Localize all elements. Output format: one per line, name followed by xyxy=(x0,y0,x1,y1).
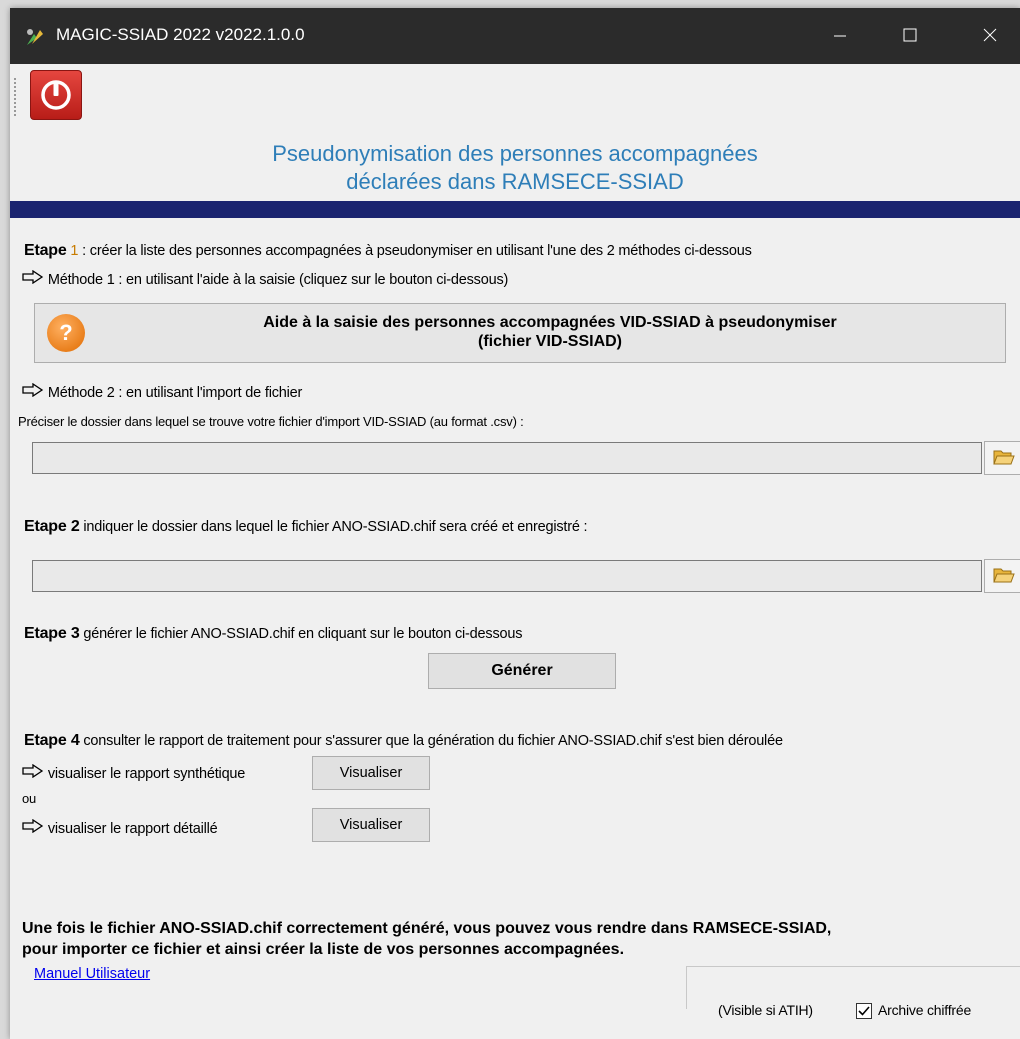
step3-text: générer le fichier ANO-SSIAD.chif en cli… xyxy=(79,626,523,642)
visible-note: (Visible si ATIH) xyxy=(718,1002,813,1018)
maximize-icon[interactable] xyxy=(880,8,940,64)
minimize-icon[interactable] xyxy=(810,8,870,64)
input-help-label-line1: Aide à la saisie des personnes accompagn… xyxy=(263,314,837,331)
arrow-right-icon xyxy=(22,270,44,284)
power-icon[interactable] xyxy=(30,70,82,120)
app-icon xyxy=(27,29,43,45)
view-detailed-report-button[interactable]: Visualiser xyxy=(312,808,430,842)
method1-line: Méthode 1 : en utilisant l'aide à la sai… xyxy=(22,270,508,288)
final-note-line2: pour importer ce fichier et ainsi créer … xyxy=(22,941,625,958)
help-icon: ? xyxy=(47,314,85,352)
user-manual-link[interactable]: Manuel Utilisateur xyxy=(34,966,150,982)
or-text: ou xyxy=(22,791,37,806)
output-browse-button[interactable] xyxy=(984,559,1020,593)
page-title-line2: déclarées dans RAMSECE-SSIAD xyxy=(346,169,684,194)
page-title-line1: Pseudonymisation des personnes accompagn… xyxy=(272,141,758,166)
view-summary-report-button[interactable]: Visualiser xyxy=(312,756,430,790)
title-bar[interactable]: MAGIC-SSIAD 2022 v2022.1.0.0 xyxy=(10,8,1020,64)
archive-label[interactable]: Archive chiffrée xyxy=(878,1002,971,1018)
close-icon[interactable] xyxy=(960,8,1020,64)
step3-label: Etape 3 xyxy=(24,625,80,642)
step2-text: indiquer le dossier dans lequel le fichi… xyxy=(79,519,588,535)
method2-text: Méthode 2 : en utilisant l'import de fic… xyxy=(47,385,303,401)
generate-button[interactable]: Générer xyxy=(428,653,616,689)
step3-line: Etape 3 générer le fichier ANO-SSIAD.chi… xyxy=(24,625,522,643)
checkmark-icon xyxy=(858,1006,870,1016)
step1-text: : créer la liste des personnes accompagn… xyxy=(78,243,752,259)
folder-open-icon xyxy=(993,450,1015,465)
step2-line: Etape 2 indiquer le dossier dans lequel … xyxy=(24,518,588,536)
step1-label: Etape xyxy=(24,242,67,259)
final-note-line1: Une fois le fichier ANO-SSIAD.chif corre… xyxy=(22,920,832,937)
step4-label: Etape 4 xyxy=(24,732,80,749)
step1-line: Etape 1 : créer la liste des personnes a… xyxy=(24,242,752,260)
final-note: Une fois le fichier ANO-SSIAD.chif corre… xyxy=(22,918,831,960)
window-title: MAGIC-SSIAD 2022 v2022.1.0.0 xyxy=(56,25,305,44)
input-help-label-line2: (fichier VID-SSIAD) xyxy=(477,333,622,350)
step4-text: consulter le rapport de traitement pour … xyxy=(79,733,783,749)
folder-open-icon xyxy=(993,568,1015,583)
import-browse-button[interactable] xyxy=(984,441,1020,475)
import-folder-prompt: Préciser le dossier dans lequel se trouv… xyxy=(18,414,524,429)
page-title: Pseudonymisation des personnes accompagn… xyxy=(10,140,1020,196)
detailed-report-line: visualiser le rapport détaillé xyxy=(22,819,218,837)
method1-text: Méthode 1 : en utilisant l'aide à la sai… xyxy=(47,272,509,288)
arrow-right-icon xyxy=(22,819,44,833)
method2-line: Méthode 2 : en utilisant l'import de fic… xyxy=(22,383,302,401)
summary-report-line: visualiser le rapport synthétique xyxy=(22,764,245,782)
input-help-label: Aide à la saisie des personnes accompagn… xyxy=(95,313,1005,351)
arrow-right-icon xyxy=(22,764,44,778)
input-help-button[interactable]: ? Aide à la saisie des personnes accompa… xyxy=(34,303,1006,363)
step2-label: Etape 2 xyxy=(24,518,80,535)
toolbar-grip[interactable] xyxy=(14,78,16,118)
output-folder-field[interactable] xyxy=(32,560,982,592)
arrow-right-icon xyxy=(22,383,44,397)
header-band xyxy=(10,201,1020,218)
step4-line: Etape 4 consulter le rapport de traiteme… xyxy=(24,732,783,750)
summary-report-text: visualiser le rapport synthétique xyxy=(47,766,246,782)
detailed-report-text: visualiser le rapport détaillé xyxy=(47,821,218,837)
archive-checkbox[interactable] xyxy=(856,1003,872,1019)
import-folder-field[interactable] xyxy=(32,442,982,474)
app-window: MAGIC-SSIAD 2022 v2022.1.0.0 Pseudonymis… xyxy=(10,8,1020,1039)
